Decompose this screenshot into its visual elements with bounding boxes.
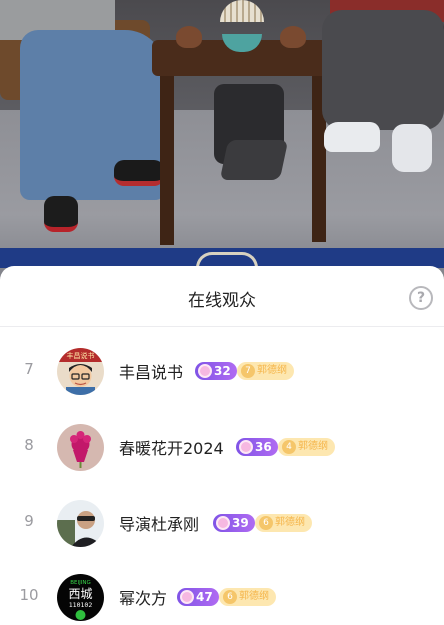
rank-number: 8 [24,436,34,454]
fan-club-badge: 4 郭德纲 [278,438,335,456]
level-badge: 32 [195,362,237,380]
fan-level-icon: 7 [241,364,255,378]
level-badge: 39 [213,514,255,532]
fan-club-badge: 7 郭德纲 [237,362,294,380]
avatar-text: 110102 [69,601,93,609]
left-person-shoe [114,160,164,186]
fan-level-icon: 4 [282,440,296,454]
rank-number: 9 [24,512,34,530]
viewer-row[interactable]: 10 BEIJING 西城 110102 幂次方 47 6 郭德纲 [0,568,444,625]
right-person-pants [322,10,444,130]
fan-level-icon: 6 [223,590,237,604]
gem-icon [198,364,212,378]
avatar[interactable]: BEIJING 西城 110102 [57,574,104,621]
viewer-row[interactable]: 7 丰昌说书 丰昌说书 32 7 郭德纲 [0,342,444,402]
viewer-name: 丰昌说书 [119,363,184,382]
teapot [176,26,202,48]
avatar-banner-text: 丰昌说书 [67,351,95,360]
avatar[interactable] [57,424,104,471]
avatar-text: BEIJING [70,580,91,586]
fan-club-badge: 6 郭德纲 [219,588,276,606]
avatar[interactable]: 丰昌说书 [57,348,104,395]
rank-number: 7 [24,360,34,378]
divider [0,326,444,327]
viewer-name: 导演杜承刚 [119,515,200,534]
level-badge: 36 [236,438,278,456]
live-video-background[interactable] [0,0,444,285]
level-badge: 47 [177,588,219,606]
sheet-title: 在线观众 [188,291,256,311]
folding-fan [220,0,264,22]
fan-club-badge: 6 郭德纲 [255,514,312,532]
viewer-row[interactable]: 8 春暖花开2024 36 4 郭德纲 [0,418,444,478]
rank-number: 10 [19,586,39,604]
teapot [280,26,306,48]
viewer-name: 春暖花开2024 [119,439,224,458]
left-person-shoe [44,196,78,232]
gem-icon [239,440,253,454]
right-person-sneaker [392,124,432,172]
question-icon[interactable]: ? [409,286,433,310]
viewer-name: 幂次方 [119,589,168,608]
online-viewers-sheet: 在线观众 ? 7 丰昌说书 丰昌说书 32 7 郭德纲 8 春暖花开2024 3… [0,266,444,625]
avatar[interactable] [57,500,104,547]
middle-person-shoes [219,140,289,180]
avatar-text: 西城 [68,587,92,601]
gem-icon [216,516,230,530]
viewer-row[interactable]: 9 导演杜承刚 39 6 郭德纲 [0,494,444,554]
fan-level-icon: 6 [259,516,273,530]
right-person-sneaker [324,122,380,152]
table-leg [160,70,174,245]
gem-icon [180,590,194,604]
